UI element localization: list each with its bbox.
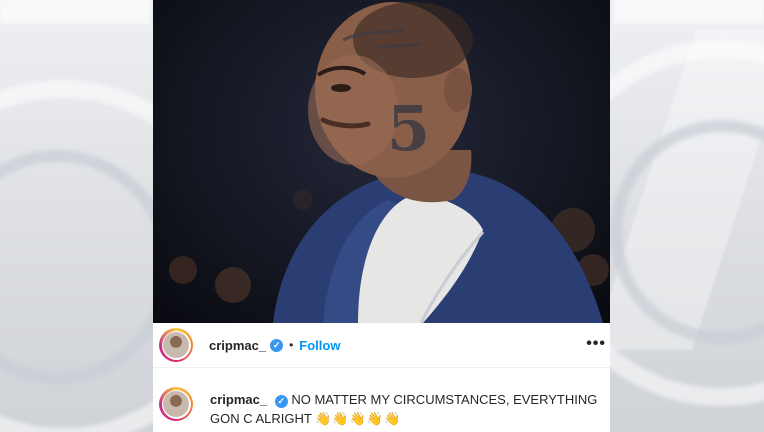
instagram-post-card: 5 cripmac_ ✓ • Follow ••• cripmac_ ✓ NO … xyxy=(153,0,610,432)
more-options-icon[interactable]: ••• xyxy=(586,335,606,353)
post-caption-row: cripmac_ ✓ NO MATTER MY CIRCUMSTANCES, E… xyxy=(153,375,610,432)
portrait-illustration: 5 xyxy=(169,2,609,323)
caption-username-link[interactable]: cripmac_ xyxy=(210,392,267,407)
bg-shape xyxy=(614,0,764,24)
follow-button[interactable]: Follow xyxy=(299,338,340,353)
bg-shape xyxy=(0,0,150,24)
waving-hands-emoji: 👋👋👋👋👋 xyxy=(315,411,402,426)
avatar-image xyxy=(163,332,189,358)
avatar-image xyxy=(163,391,189,417)
post-photo: 5 xyxy=(153,0,610,323)
post-header: cripmac_ ✓ • Follow ••• xyxy=(153,323,610,368)
post-caption: cripmac_ ✓ NO MATTER MY CIRCUMSTANCES, E… xyxy=(210,390,600,428)
separator-dot: • xyxy=(289,338,294,352)
username-link[interactable]: cripmac_ xyxy=(209,338,266,353)
profile-avatar[interactable] xyxy=(159,328,193,362)
face-tattoo-five: 5 xyxy=(387,92,430,165)
verified-badge-icon: ✓ xyxy=(274,395,288,408)
avatar-ring xyxy=(161,389,191,419)
caption-avatar[interactable] xyxy=(159,387,193,421)
caption-text: NO MATTER MY CIRCUMSTANCES, EVERYTHING G… xyxy=(210,392,598,426)
verified-badge-icon: ✓ xyxy=(270,338,284,352)
avatar-ring xyxy=(161,330,191,360)
